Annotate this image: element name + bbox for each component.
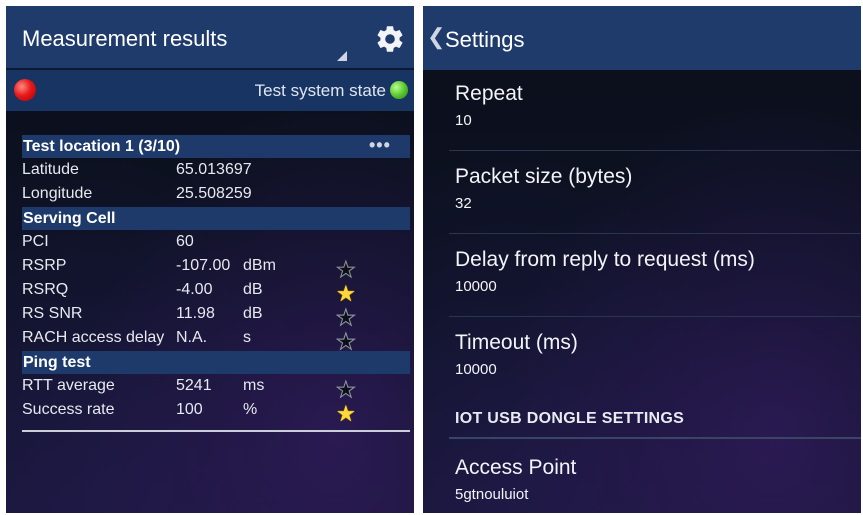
- table-row: RTT average 5241 ms ★ ★ ★: [22, 375, 410, 402]
- setting-label: Packet size (bytes): [455, 165, 633, 188]
- table-row: Longitude 25.508259: [22, 183, 410, 207]
- row-name: RSRP: [22, 257, 67, 274]
- status-green-indicator-icon: [390, 81, 408, 99]
- setting-item-delay[interactable]: Delay from reply to request (ms) 10000: [455, 248, 855, 295]
- test-location-header: Test location 1 (3/10) •••: [22, 135, 410, 158]
- setting-label: Timeout (ms): [455, 331, 578, 354]
- row-value: -107.00: [176, 257, 231, 274]
- row-name: Longitude: [22, 185, 93, 202]
- star-empty-icon: ★: [336, 305, 357, 330]
- section-divider: [449, 437, 861, 439]
- row-value: N.A.: [176, 329, 208, 346]
- row-value: 100: [176, 401, 203, 418]
- setting-divider: [449, 150, 861, 151]
- back-chevron-icon[interactable]: ❮: [427, 24, 445, 50]
- table-row: RACH access delay N.A. s ★ ★ ★: [22, 327, 410, 354]
- row-name: Latitude: [22, 161, 79, 178]
- star-empty-icon: ★: [336, 329, 357, 354]
- row-unit: dBm: [243, 257, 276, 274]
- table-row: Success rate 100 % ★ ★ ★: [22, 399, 410, 426]
- row-unit: dB: [243, 281, 263, 298]
- row-name: Success rate: [22, 401, 115, 418]
- row-unit: dB: [243, 305, 263, 322]
- row-unit: ms: [243, 377, 265, 394]
- table-row: RSRP -107.00 dBm ★ ★ ★: [22, 255, 410, 282]
- setting-label: Access Point: [455, 456, 577, 479]
- row-unit: s: [243, 329, 251, 346]
- setting-label: Delay from reply to request (ms): [455, 248, 755, 271]
- row-value: 25.508259: [176, 185, 252, 202]
- setting-value: 10000: [455, 278, 497, 295]
- table-bottom-divider: [22, 430, 410, 432]
- table-row: RS SNR 11.98 dB ★ ★ ★: [22, 303, 410, 330]
- setting-item-packet-size[interactable]: Packet size (bytes) 32: [455, 165, 855, 212]
- star-empty-icon: ★: [336, 257, 357, 282]
- settings-panel: ❮ Settings Repeat 10 Packet size (bytes)…: [423, 6, 861, 513]
- row-value: 11.98: [176, 305, 215, 322]
- table-row: RSRQ -4.00 dB ★ ★ ★: [22, 279, 410, 306]
- settings-title[interactable]: Settings: [445, 27, 525, 53]
- test-system-state-bar: Test system state: [6, 70, 414, 111]
- setting-item-timeout[interactable]: Timeout (ms) 10000: [455, 331, 855, 378]
- iot-dongle-section-title: IOT USB DONGLE SETTINGS: [455, 410, 685, 427]
- star-filled-icon: ★: [336, 401, 356, 426]
- status-red-indicator-icon: [14, 79, 36, 101]
- table-row: Latitude 65.013697: [22, 159, 410, 183]
- setting-divider: [449, 233, 861, 234]
- row-unit: %: [243, 401, 258, 418]
- row-value: 5241: [176, 377, 212, 394]
- measurement-header: Measurement results: [6, 6, 414, 68]
- star-filled-icon: ★: [336, 281, 356, 306]
- settings-header: ❮ Settings: [423, 6, 861, 70]
- row-value: 60: [176, 233, 194, 250]
- measurement-panel: Measurement results Test system state Te…: [6, 6, 414, 513]
- gear-icon[interactable]: [374, 23, 406, 55]
- star-empty-icon: ★: [336, 377, 357, 402]
- row-name: RS SNR: [22, 305, 83, 322]
- measurement-title[interactable]: Measurement results: [22, 26, 227, 52]
- row-name: RACH access delay: [22, 329, 165, 346]
- row-name: RTT average: [22, 377, 115, 394]
- serving-cell-title: Serving Cell: [23, 210, 116, 227]
- ping-test-title: Ping test: [23, 354, 91, 371]
- setting-label: Repeat: [455, 82, 523, 105]
- row-name: RSRQ: [22, 281, 69, 298]
- row-value: 65.013697: [176, 161, 252, 178]
- more-options-icon[interactable]: •••: [369, 135, 391, 156]
- ping-test-header: Ping test: [22, 351, 410, 374]
- table-row: PCI 60: [22, 231, 410, 255]
- title-dropdown-indicator-icon[interactable]: [337, 51, 347, 61]
- setting-value: 32: [455, 195, 472, 212]
- setting-divider: [449, 316, 861, 317]
- row-name: PCI: [22, 233, 49, 250]
- serving-cell-header: Serving Cell: [22, 207, 410, 230]
- test-location-title: Test location 1 (3/10): [23, 138, 181, 155]
- setting-item-repeat[interactable]: Repeat 10: [455, 82, 855, 129]
- test-system-state-label: Test system state: [254, 81, 386, 100]
- setting-item-access-point[interactable]: Access Point 5gtnouluiot: [455, 456, 855, 503]
- row-value: -4.00: [176, 281, 213, 298]
- setting-value: 10000: [455, 361, 497, 378]
- setting-value: 5gtnouluiot: [455, 486, 529, 503]
- setting-value: 10: [455, 112, 472, 129]
